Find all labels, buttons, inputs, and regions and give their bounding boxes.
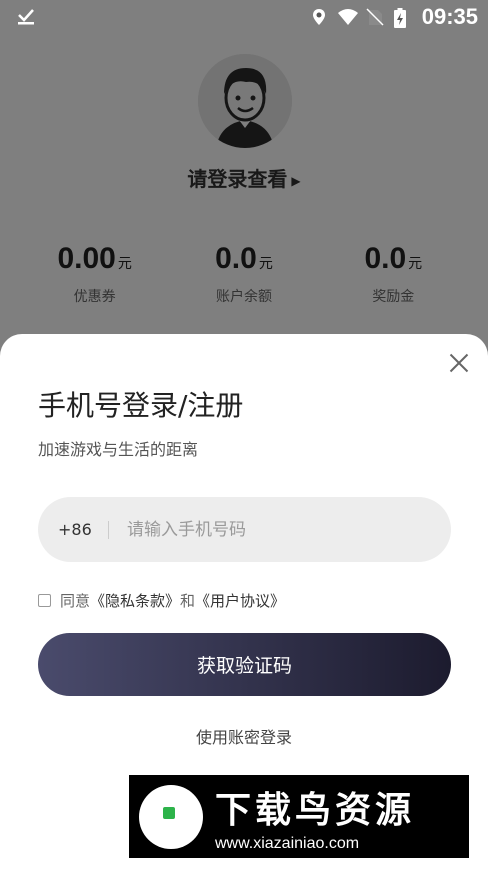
privacy-terms-link[interactable]: 《隐私条款》	[90, 590, 180, 611]
agreement-and: 和	[180, 592, 196, 610]
sheet-subtitle: 加速游戏与生活的距离	[38, 440, 199, 459]
battery-charging-icon	[393, 8, 412, 28]
agreement-row: 同意 《隐私条款》 和 《用户协议》	[38, 590, 285, 611]
no-sim-icon	[366, 8, 384, 26]
phone-field[interactable]: +86	[38, 497, 451, 562]
location-icon	[310, 8, 328, 26]
download-done-icon	[16, 6, 36, 29]
status-time: 09:35	[421, 4, 478, 29]
agreement-checkbox[interactable]	[38, 594, 51, 607]
sheet-title: 手机号登录/注册	[38, 389, 244, 422]
watermark-url: www.xiazainiao.com	[215, 834, 360, 852]
close-icon[interactable]	[448, 352, 470, 374]
country-code-selector[interactable]: +86	[58, 520, 108, 539]
watermark-banner: 下载鸟资源 www.xiazainiao.com	[129, 775, 469, 858]
bird-logo-icon	[139, 784, 203, 849]
wifi-icon	[337, 8, 358, 26]
field-divider	[108, 520, 109, 539]
phone-number-input[interactable]	[127, 519, 427, 540]
agreement-prefix: 同意	[60, 592, 91, 610]
user-agreement-link[interactable]: 《用户协议》	[195, 590, 285, 611]
password-login-link[interactable]: 使用账密登录	[0, 724, 488, 748]
get-code-button[interactable]: 获取验证码	[38, 633, 451, 696]
status-bar: 09:35	[0, 0, 488, 34]
watermark-title: 下载鸟资源	[215, 789, 416, 831]
